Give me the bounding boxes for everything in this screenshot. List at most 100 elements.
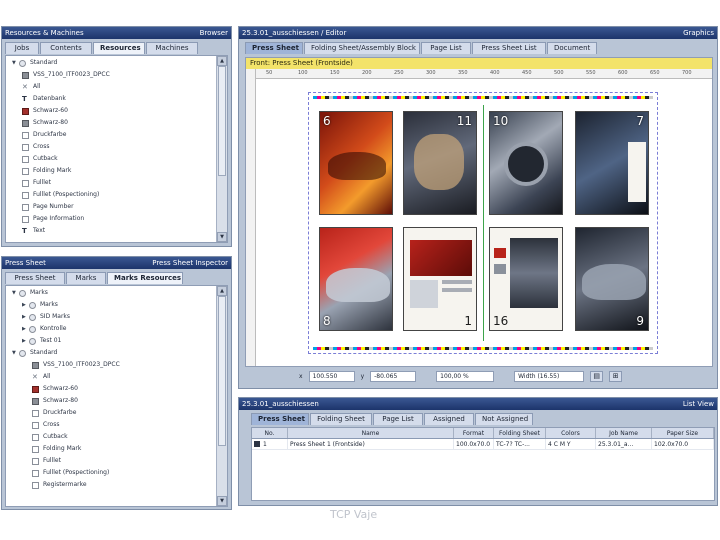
fit-select[interactable]: Width (16.55) [514,371,585,382]
tree-item-label: Datenbank [33,95,66,102]
page-16[interactable]: 16 [489,227,563,331]
tree-item[interactable]: Folding Mark [6,166,215,176]
page-6[interactable]: 6 [319,111,393,215]
expand-icon[interactable]: ▶ [22,300,29,310]
tree-item[interactable]: VSS_7100_ITF0023_DPCC [6,360,215,370]
tree-item[interactable]: Registermarke [6,480,215,490]
resources-scrollbar[interactable]: ▲ ▼ [216,56,227,242]
scroll-thumb[interactable] [218,66,226,176]
editor-panel-tabs: Press Sheet Folding Sheet/Assembly Block… [245,42,597,54]
y-coordinate-field[interactable]: -80.065 [370,371,417,382]
column-header[interactable]: No. [252,428,288,438]
tree-item[interactable]: ▶ Marks [6,300,215,310]
tree-item[interactable]: Fulllet (Pospectioning) [6,190,215,200]
scroll-up-icon[interactable]: ▲ [217,56,227,66]
tree-item[interactable]: Folding Mark [6,444,215,454]
tree-item[interactable]: ▶ Kontrolle [6,324,215,334]
page-10[interactable]: 10 [489,111,563,215]
tree-item[interactable]: Schwarz-60 [6,384,215,394]
tree-item[interactable]: VSS_7100_ITF0023_DPCC [6,70,215,80]
tab-folding-sheet[interactable]: Folding Sheet [310,413,372,425]
tree-item-label: Marks [30,289,48,296]
page-1[interactable]: 1 [403,227,477,331]
page-number: 16 [493,314,509,328]
tree-item[interactable]: Schwarz-60 [6,106,215,116]
column-header[interactable]: Name [288,428,454,438]
tree-item[interactable]: Cutback [6,154,215,164]
marks-scrollbar[interactable]: ▲ ▼ [216,286,227,506]
tab-document[interactable]: Document [547,42,597,54]
tree-item[interactable]: Fulllet [6,178,215,188]
table-icon[interactable]: ▤ [590,371,604,382]
column-header[interactable]: Paper Size [652,428,714,438]
tree-item[interactable]: Fulllet (Pospectioning) [6,468,215,478]
tree-item[interactable]: ▼ Standard [6,348,215,358]
tab-machines[interactable]: Machines [146,42,198,54]
tree-item[interactable]: Cross [6,420,215,430]
page-11[interactable]: 11 [403,111,477,215]
tree-item[interactable]: ▼ Standard [6,58,215,68]
scroll-down-icon[interactable]: ▼ [217,496,227,506]
tree-item[interactable]: ✕ All [6,372,215,382]
page-9[interactable]: 9 [575,227,649,331]
cell-folding-sheet: TC-7? TC-... [494,439,546,449]
zoom-select[interactable]: 100,00 % [436,371,495,382]
scroll-up-icon[interactable]: ▲ [217,286,227,296]
horizontal-ruler: 50 100 150 200 250 300 350 400 450 500 550 600 650 70… [256,69,712,79]
press-sheet[interactable]: 6 11 10 7 8 1 16 9 [308,92,658,354]
tree-item-label: Cross [33,143,50,150]
list-view-panel: 25.3.01_ausschiessen List View Press She… [238,397,718,506]
press-sheet-canvas[interactable]: Front: Press Sheet (Frontside) 50 100 150 2… [245,57,713,367]
tab-not-assigned[interactable]: Not Assigned [475,413,533,425]
swatch-red-icon [22,107,29,115]
tree-item[interactable]: ✕ All [6,82,215,92]
tree-item[interactable]: Fulllet [6,456,215,466]
tab-press-sheet-editor[interactable]: Press Sheet [245,42,303,54]
expand-icon[interactable]: ▶ [22,312,29,322]
tab-assigned[interactable]: Assigned [424,413,474,425]
tree-item[interactable]: Druckfarbe [6,408,215,418]
tab-folding-sheet-assembly-block[interactable]: Folding Sheet/Assembly Block [304,42,420,54]
collapse-icon[interactable]: ▼ [12,288,19,298]
tree-item[interactable]: T Text [6,226,215,236]
tab-press-sheet[interactable]: Press Sheet [5,272,65,284]
tree-item-label: Druckfarbe [43,409,77,416]
x-coordinate-field[interactable]: 100.550 [308,371,355,382]
tree-item[interactable]: Schwarz-80 [6,396,215,406]
tab-contents[interactable]: Contents [40,42,92,54]
tree-item[interactable]: ▼ Marks [6,288,215,298]
collapse-icon[interactable]: ▼ [12,348,19,358]
tab-marks-resources[interactable]: Marks Resources [107,272,183,284]
tab-press-sheet-list[interactable]: Press Sheet [251,413,309,425]
expand-icon[interactable]: ▶ [22,324,29,334]
tree-item[interactable]: ▶ Test 01 [6,336,215,346]
column-header[interactable]: Job Name [596,428,652,438]
tree-item[interactable]: Page Number [6,202,215,212]
tab-jobs[interactable]: Jobs [5,42,39,54]
table-row[interactable]: 1 Press Sheet 1 (Frontside) 100.0x70.0 T… [252,439,714,450]
tree-item-label: Fulllet [33,179,51,186]
tree-item[interactable]: Cutback [6,432,215,442]
expand-icon[interactable]: ▶ [22,336,29,346]
column-header[interactable]: Colors [546,428,596,438]
scroll-down-icon[interactable]: ▼ [217,232,227,242]
tab-press-sheet-list[interactable]: Press Sheet List [472,42,546,54]
tab-page-list-view[interactable]: Page List [373,413,423,425]
tree-item[interactable]: Schwarz-80 [6,118,215,128]
scroll-thumb[interactable] [218,296,226,446]
column-header[interactable]: Folding Sheet [494,428,546,438]
tab-page-list[interactable]: Page List [421,42,471,54]
tab-marks[interactable]: Marks [66,272,106,284]
page-7[interactable]: 7 [575,111,649,215]
tree-item[interactable]: ▶ SID Marks [6,312,215,322]
tree-item[interactable]: T Datenbank [6,94,215,104]
tree-item[interactable]: Druckfarbe [6,130,215,140]
collapse-icon[interactable]: ▼ [12,58,19,68]
grid-icon[interactable]: ⊞ [609,371,623,382]
tree-item[interactable]: Cross [6,142,215,152]
footer-caption: TCP Vaje [330,508,378,521]
column-header[interactable]: Format [454,428,494,438]
tree-item[interactable]: Page Information [6,214,215,224]
page-8[interactable]: 8 [319,227,393,331]
tab-resources[interactable]: Resources [93,42,145,54]
